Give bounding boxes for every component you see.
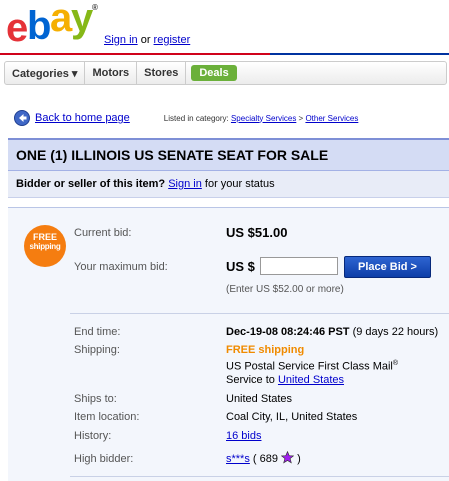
- feedback-score-close: ): [294, 453, 301, 465]
- shipping-destination-prefix: Service to: [226, 374, 278, 386]
- header-rule-blue: [270, 53, 449, 55]
- max-bid-label: Your maximum bid:: [74, 261, 168, 273]
- bid-history-link[interactable]: 16 bids: [226, 430, 261, 442]
- current-bid-value: US $51.00: [226, 225, 288, 240]
- free-shipping-badge: FREE shipping: [24, 225, 66, 267]
- badge-shipping: shipping: [29, 242, 61, 251]
- status-suffix: for your status: [201, 178, 275, 190]
- ships-to-label: Ships to:: [74, 393, 117, 405]
- end-time-label: End time:: [74, 326, 121, 338]
- max-bid-input[interactable]: [260, 257, 338, 275]
- shipping-united-states-link[interactable]: United States: [278, 374, 344, 386]
- logo-registered-mark: ®: [92, 3, 98, 12]
- category-other-services-link[interactable]: Other Services: [305, 114, 358, 123]
- signin-or: or: [137, 34, 154, 46]
- feedback-score-open: ( 689: [249, 453, 282, 465]
- nav-stores[interactable]: Stores: [137, 62, 187, 84]
- item-title-bar: ONE (1) ILLINOIS US SENATE SEAT FOR SALE: [8, 138, 449, 171]
- end-time-value: Dec-19-08 08:24:46 PST (9 days 22 hours): [226, 326, 438, 338]
- listed-prefix: Listed in category:: [163, 113, 231, 123]
- max-bid-currency: US $: [226, 259, 255, 274]
- current-bid-label: Current bid:: [74, 227, 132, 239]
- logo-letter-y: y: [71, 0, 93, 40]
- end-time-date: Dec-19-08 08:24:46 PST: [226, 326, 350, 338]
- listed-in-category: Listed in category: Specialty Services >…: [164, 114, 359, 123]
- feedback-star-icon[interactable]: [281, 451, 295, 464]
- nav-bar: Categories ▾ Motors Stores Deals: [4, 61, 447, 85]
- bidder-status-bar: Bidder or seller of this item? Sign in f…: [8, 171, 449, 198]
- high-bidder-label: High bidder:: [74, 453, 134, 465]
- high-bidder-link[interactable]: s***s: [226, 453, 250, 465]
- signin-register: Sign in or register: [104, 34, 190, 46]
- bid-hint: (Enter US $52.00 or more): [226, 284, 344, 295]
- shipping-registered-mark: ®: [392, 360, 399, 367]
- shipping-service-name: US Postal Service First Class Mail: [226, 360, 393, 373]
- status-prefix: Bidder or seller of this item?: [16, 178, 166, 190]
- badge-free: FREE: [32, 232, 57, 242]
- place-bid-button[interactable]: Place Bid >: [344, 256, 431, 278]
- item-location-value: Coal City, IL, United States: [226, 411, 358, 423]
- panel-divider: [70, 313, 449, 314]
- register-link[interactable]: register: [154, 34, 191, 46]
- logo-letter-a: a: [50, 0, 72, 40]
- shipping-destination: Service to United States: [226, 374, 344, 386]
- breadcrumb: Back to home page Listed in category: Sp…: [14, 109, 444, 127]
- sign-in-link[interactable]: Sign in: [104, 34, 138, 46]
- end-time-remaining: (9 days 22 hours): [349, 326, 439, 338]
- nav-motors[interactable]: Motors: [85, 62, 138, 84]
- back-to-home-link[interactable]: Back to home page: [35, 112, 130, 124]
- item-location-label: Item location:: [74, 411, 140, 423]
- history-value: 16 bids: [226, 430, 261, 442]
- item-title: ONE (1) ILLINOIS US SENATE SEAT FOR SALE: [16, 147, 329, 163]
- free-shipping-text: FREE shipping: [226, 344, 305, 356]
- shipping-label: Shipping:: [74, 344, 120, 356]
- panel-bottom-rule: [70, 476, 449, 477]
- shipping-service: US Postal Service First Class Mail®: [226, 360, 398, 373]
- nav-deals[interactable]: Deals: [191, 65, 237, 81]
- ebay-logo[interactable]: e b a y ®: [6, 0, 98, 50]
- category-specialty-services-link[interactable]: Specialty Services: [231, 114, 296, 123]
- nav-categories[interactable]: Categories ▾: [5, 62, 86, 84]
- logo-letter-b: b: [27, 4, 52, 48]
- logo-letter-e: e: [6, 6, 28, 50]
- ships-to-value: United States: [226, 393, 293, 405]
- status-sign-in-link[interactable]: Sign in: [168, 178, 202, 190]
- status-text: Bidder or seller of this item? Sign in f…: [16, 178, 275, 190]
- history-label: History:: [74, 430, 112, 442]
- high-bidder-value: s***s ( 689 ): [226, 451, 301, 465]
- back-arrow-icon[interactable]: [14, 110, 30, 126]
